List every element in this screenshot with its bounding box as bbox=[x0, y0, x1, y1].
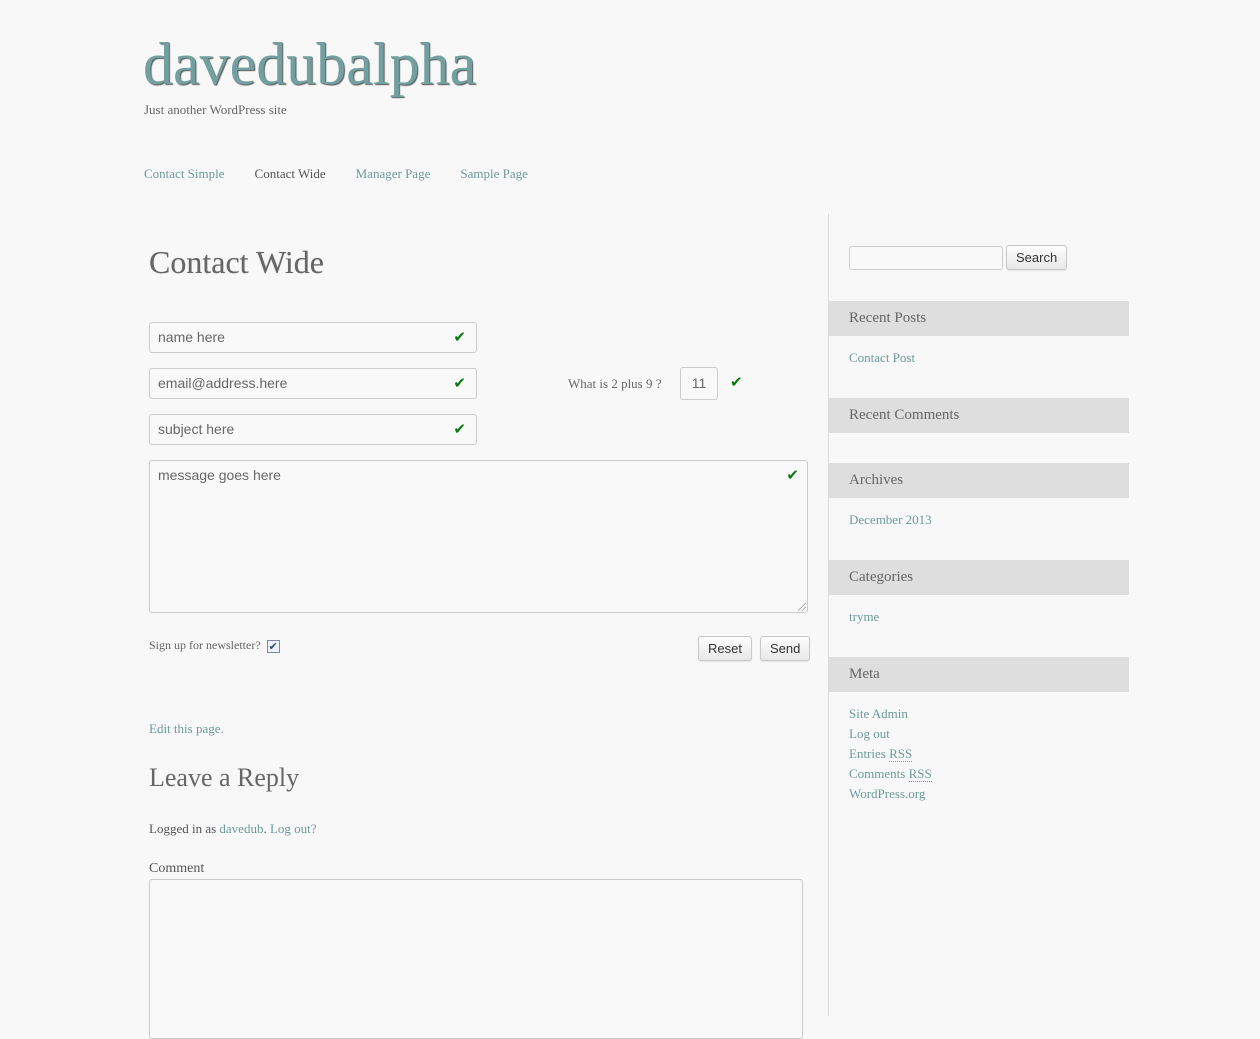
widget-title-archives: Archives bbox=[829, 463, 1129, 498]
valid-check-icon: ✔ bbox=[453, 328, 466, 346]
meta-logout-link[interactable]: Log out bbox=[849, 726, 890, 741]
valid-check-icon: ✔ bbox=[453, 420, 466, 438]
logged-in-text: Logged in as davedub. Log out? bbox=[149, 821, 317, 836]
logout-link[interactable]: Log out? bbox=[270, 821, 317, 836]
email-field[interactable]: email@address.here ✔ bbox=[149, 368, 477, 399]
email-field-value: email@address.here bbox=[158, 375, 288, 391]
meta-wordpress-org-link[interactable]: WordPress.org bbox=[849, 786, 925, 801]
page-title: Contact Wide bbox=[149, 244, 324, 280]
newsletter-checkbox[interactable]: ✔ bbox=[266, 640, 280, 653]
captcha-question: What is 2 plus 9 ? bbox=[568, 376, 662, 391]
widget-title-recent-comments: Recent Comments bbox=[829, 398, 1129, 433]
edit-page-link[interactable]: Edit this page. bbox=[149, 721, 224, 737]
subject-field-value: subject here bbox=[158, 421, 235, 437]
reply-title: Leave a Reply bbox=[149, 763, 300, 792]
nav-item-manager-page[interactable]: Manager Page bbox=[356, 166, 431, 182]
nav-item-contact-wide[interactable]: Contact Wide bbox=[255, 166, 326, 182]
categories-list: tryme bbox=[849, 607, 879, 627]
meta-entries-rss-link[interactable]: Entries RSS bbox=[849, 746, 913, 762]
recent-posts-list: Contact Post bbox=[849, 348, 915, 368]
comments-label: Comments bbox=[849, 766, 906, 781]
entries-label: Entries bbox=[849, 746, 886, 761]
resize-grip-icon[interactable] bbox=[798, 603, 806, 611]
send-button[interactable]: Send bbox=[760, 636, 811, 661]
archive-link[interactable]: December 2013 bbox=[849, 512, 932, 527]
name-field[interactable]: name here ✔ bbox=[149, 322, 477, 353]
nav-item-contact-simple[interactable]: Contact Simple bbox=[144, 166, 225, 182]
widget-title-meta: Meta bbox=[829, 657, 1129, 692]
comment-textarea[interactable] bbox=[149, 879, 803, 1039]
search-input[interactable] bbox=[849, 246, 1003, 270]
message-textarea[interactable]: message goes here ✔ bbox=[149, 460, 808, 613]
recent-post-link[interactable]: Contact Post bbox=[849, 350, 915, 365]
meta-list: Site Admin Log out Entries RSS Comments … bbox=[849, 704, 932, 804]
widget-title-recent-posts: Recent Posts bbox=[829, 301, 1129, 336]
reset-button[interactable]: Reset bbox=[698, 636, 752, 661]
logged-in-prefix: Logged in as bbox=[149, 821, 220, 836]
username-link[interactable]: davedub bbox=[219, 821, 263, 836]
site-title[interactable]: davedubalpha bbox=[143, 28, 476, 100]
valid-check-icon: ✔ bbox=[786, 466, 799, 484]
nav-item-sample-page[interactable]: Sample Page bbox=[460, 166, 528, 182]
category-link[interactable]: tryme bbox=[849, 609, 879, 624]
subject-field[interactable]: subject here ✔ bbox=[149, 414, 477, 445]
name-field-value: name here bbox=[158, 329, 225, 345]
site-tagline: Just another WordPress site bbox=[144, 102, 287, 117]
captcha-answer-input[interactable]: 11 bbox=[680, 367, 718, 400]
archives-list: December 2013 bbox=[849, 510, 932, 530]
widget-title-categories: Categories bbox=[829, 560, 1129, 595]
valid-check-icon: ✔ bbox=[453, 374, 466, 392]
newsletter-label: Sign up for newsletter? bbox=[149, 638, 261, 652]
meta-site-admin-link[interactable]: Site Admin bbox=[849, 706, 908, 721]
search-button[interactable]: Search bbox=[1006, 245, 1068, 270]
rss-abbr: RSS bbox=[889, 746, 913, 762]
main-navigation: Contact Simple Contact Wide Manager Page… bbox=[144, 166, 558, 182]
newsletter-option: Sign up for newsletter? ✔ bbox=[149, 638, 280, 653]
message-value: message goes here bbox=[158, 467, 281, 483]
rss-abbr: RSS bbox=[908, 766, 932, 782]
comment-label: Comment bbox=[149, 861, 205, 876]
meta-comments-rss-link[interactable]: Comments RSS bbox=[849, 766, 932, 782]
valid-check-icon: ✔ bbox=[730, 373, 743, 391]
